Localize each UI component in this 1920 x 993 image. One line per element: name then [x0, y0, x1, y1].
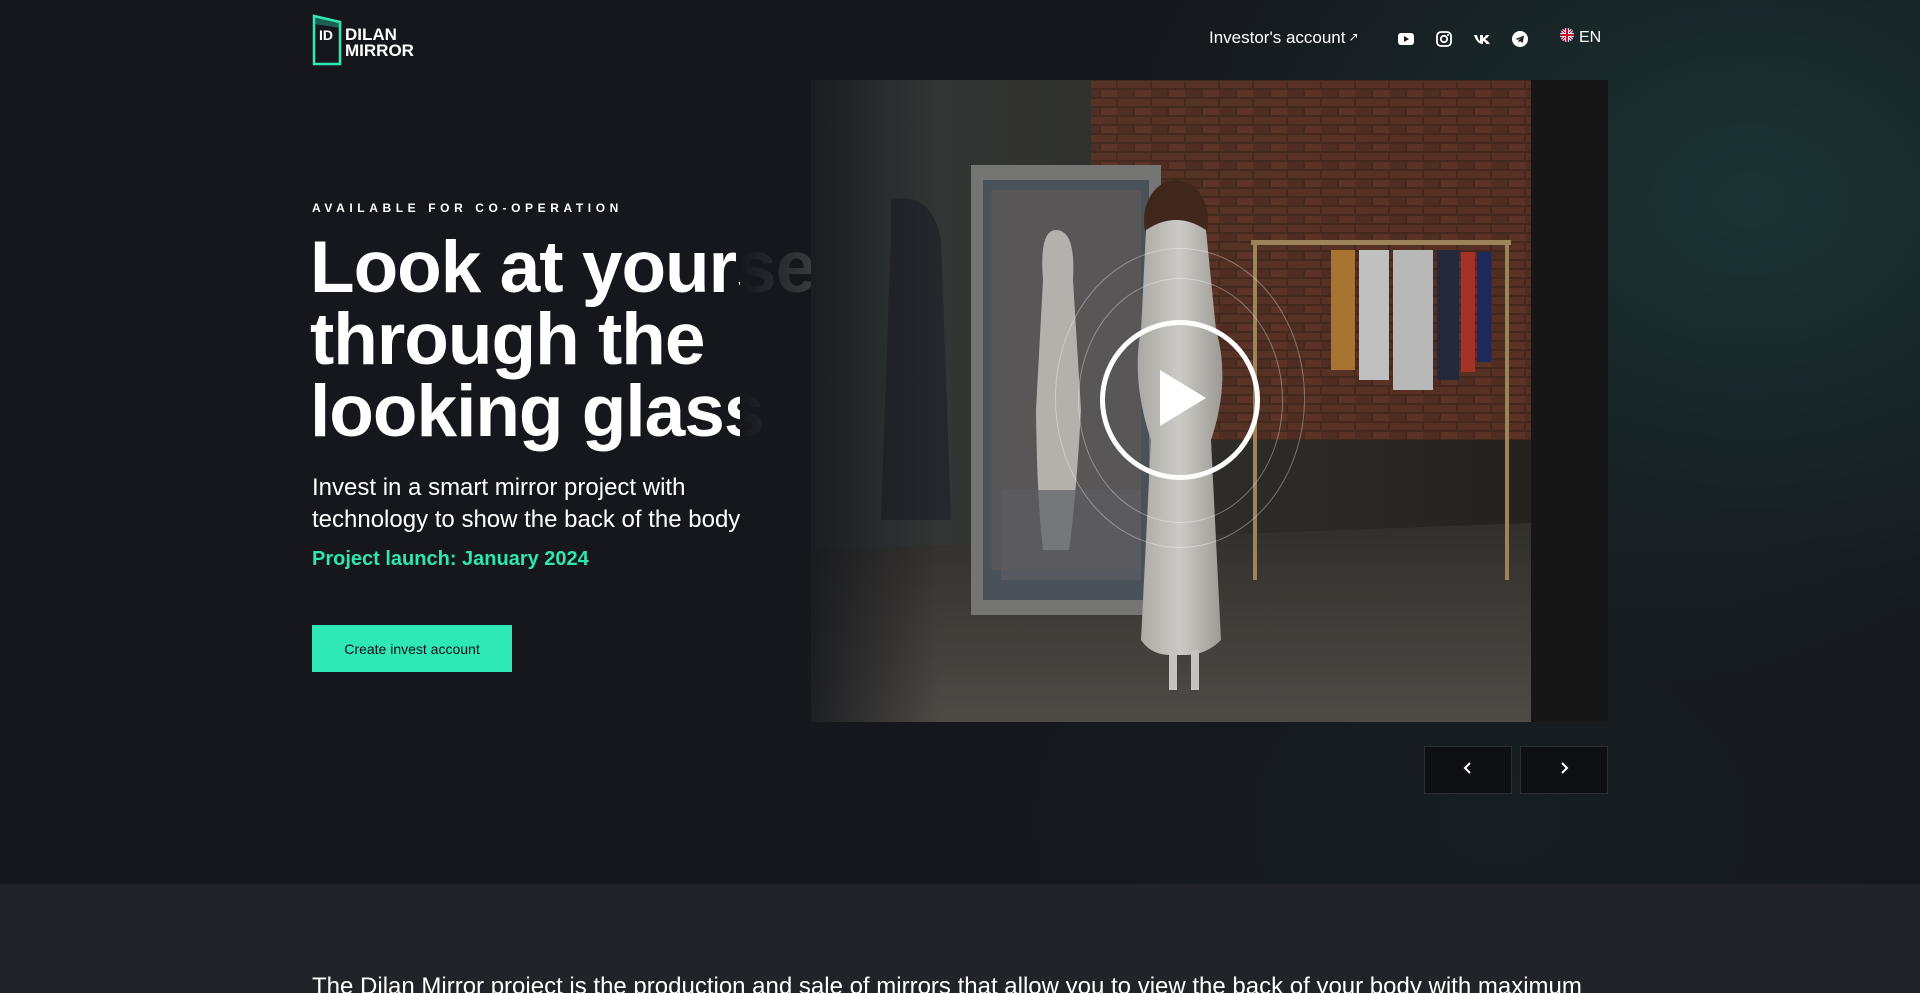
vk-icon[interactable] [1472, 29, 1492, 49]
investor-account-label: Investor's account [1209, 28, 1346, 47]
play-video-button[interactable] [1100, 320, 1260, 480]
language-switcher[interactable]: EN [1560, 28, 1601, 47]
language-label: EN [1579, 28, 1602, 46]
hero-subtitle: Invest in a smart mirror project with te… [312, 474, 741, 533]
chevron-right-icon [1558, 761, 1570, 780]
project-launch-date: Project launch: January 2024 [312, 548, 589, 570]
play-icon [1150, 366, 1210, 435]
external-arrow-icon: ↗ [1348, 30, 1359, 44]
logo[interactable]: ID DILAN MIRROR [312, 14, 432, 66]
hero-headline: Look at yourself through the looking gla… [310, 227, 859, 452]
chevron-left-icon [1462, 761, 1474, 780]
youtube-icon[interactable] [1396, 29, 1416, 49]
logo-line2: MIRROR [345, 41, 414, 60]
slider-prev-button[interactable] [1424, 746, 1512, 794]
telegram-icon[interactable] [1510, 29, 1530, 49]
logo-badge-text: ID [319, 27, 333, 43]
instagram-icon[interactable] [1434, 29, 1454, 49]
hero-tagline: AVAILABLE FOR CO-OPERATION [312, 201, 623, 215]
uk-flag-icon [1560, 28, 1574, 47]
slider-next-button[interactable] [1520, 746, 1608, 794]
investor-account-link[interactable]: Investor's account ↗ [1209, 28, 1359, 48]
create-invest-account-button[interactable]: Create invest account [312, 625, 512, 672]
about-text: The Dilan Mirror project is the producti… [312, 973, 1582, 993]
